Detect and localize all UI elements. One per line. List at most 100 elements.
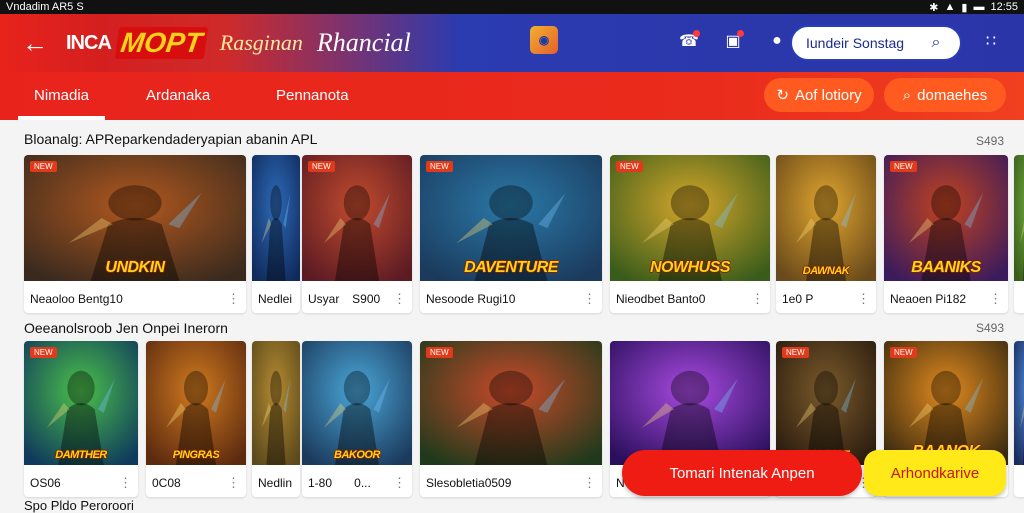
game-card[interactable]: NEW UNDKIN Neaoloo Bentg10 ⋮ bbox=[24, 155, 246, 313]
game-title-art: DAMTHER bbox=[55, 449, 107, 461]
game-thumbnail bbox=[252, 341, 300, 465]
game-thumbnail bbox=[146, 341, 246, 465]
more-options-icon[interactable]: ⋮ bbox=[583, 291, 596, 307]
bottom-section-title: Spo Pldo Peroroori bbox=[24, 498, 134, 513]
game-card[interactable] bbox=[1014, 341, 1024, 497]
game-card[interactable]: NEW DAMTHER OS06 ⋮ bbox=[24, 341, 138, 497]
battery-icon: ▬ bbox=[973, 1, 985, 13]
game-caption: Slesobletia0509 ⋮ bbox=[420, 469, 602, 497]
pill-search-icon: ⌕ bbox=[902, 86, 912, 104]
chat-icon[interactable]: ● bbox=[764, 28, 790, 54]
app-badge-icon[interactable]: ◉ bbox=[530, 26, 558, 54]
search-icon[interactable]: ⌕ bbox=[926, 33, 946, 53]
game-thumbnail bbox=[1014, 155, 1024, 281]
more-options-icon[interactable]: ⋮ bbox=[751, 291, 764, 307]
game-caption bbox=[1014, 469, 1024, 497]
game-caption-meta: S900 bbox=[352, 292, 381, 306]
card-tag-badge: NEW bbox=[890, 347, 917, 358]
game-caption-text: Neaoen Pi182 bbox=[890, 292, 967, 306]
more-options-icon[interactable]: ⋮ bbox=[989, 291, 1002, 307]
game-title-art: NOWHUSS bbox=[649, 259, 731, 276]
tab-nimadia[interactable]: Nimadia bbox=[17, 72, 106, 120]
support-icon[interactable]: ☎ bbox=[676, 28, 702, 54]
game-card[interactable]: PINGRAS 0C08 ⋮ bbox=[146, 341, 246, 497]
more-options-icon[interactable]: ⋮ bbox=[119, 475, 132, 491]
game-title-art: BAANIKS bbox=[911, 259, 981, 276]
game-title-art: DAVENTURE bbox=[464, 259, 558, 276]
card-tag-badge: NEW bbox=[616, 161, 643, 172]
game-caption-text: Nedlin bbox=[258, 476, 293, 490]
game-thumbnail bbox=[302, 341, 412, 465]
more-options-icon[interactable]: ⋮ bbox=[583, 475, 596, 491]
refresh-icon: ↻ bbox=[776, 87, 789, 104]
brand-part-3: Rasginan bbox=[219, 30, 303, 55]
game-card[interactable] bbox=[1014, 155, 1024, 313]
status-left-text: Vndadim AR5 S bbox=[6, 1, 84, 13]
game-caption-text: Nedlei bbox=[258, 292, 293, 306]
more-options-icon[interactable]: ⋮ bbox=[393, 291, 406, 307]
game-thumbnail bbox=[252, 155, 300, 281]
game-caption: 0C08 ⋮ bbox=[146, 469, 246, 497]
game-thumbnail bbox=[420, 341, 602, 465]
game-caption: 1e0 P ⋮ bbox=[776, 285, 876, 313]
menu-dots-icon[interactable]: ∷ bbox=[980, 30, 1002, 52]
card-tag-badge: NEW bbox=[426, 161, 453, 172]
game-caption-text: Nesoode Rugi10 bbox=[426, 292, 516, 306]
game-caption: Nedlin bbox=[252, 469, 300, 497]
game-caption-text: 1-80 bbox=[308, 476, 333, 490]
more-options-icon[interactable]: ⋮ bbox=[227, 475, 240, 491]
game-thumbnail bbox=[610, 341, 770, 465]
game-card[interactable]: NEW DAVENTURE Nesoode Rugi10 ⋮ bbox=[420, 155, 602, 313]
app-header: ← INCA MOPT Rasginan Rhancial ◉ ☎ ▣ ● Iu… bbox=[0, 14, 1024, 72]
game-caption-meta: 0... bbox=[354, 476, 371, 490]
game-title-art: PINGRAS bbox=[172, 449, 220, 461]
more-options-icon[interactable]: ⋮ bbox=[393, 475, 406, 491]
section-count-1: S493 bbox=[975, 134, 1004, 148]
game-caption: Neaoen Pi182 ⋮ bbox=[884, 285, 1008, 313]
game-thumbnail bbox=[776, 155, 876, 281]
brand-logo: INCA MOPT Rasginan Rhancial bbox=[66, 27, 411, 59]
more-options-icon[interactable]: ⋮ bbox=[227, 291, 240, 307]
game-caption: 1-80 0... ⋮ bbox=[302, 469, 412, 497]
game-caption: Neaoloo Bentg10 ⋮ bbox=[24, 285, 246, 313]
brand-part-2: MOPT bbox=[114, 27, 209, 59]
game-caption-text: Nieodbet Banto0 bbox=[616, 292, 706, 306]
game-card[interactable]: DAWNAK 1e0 P ⋮ bbox=[776, 155, 876, 313]
game-thumbnail bbox=[776, 341, 876, 465]
search-pill-button[interactable]: ⌕ domaehes bbox=[884, 78, 1006, 112]
tab-bar: Nimadia Ardanaka Pennanota ↻ Aof lotiory… bbox=[0, 72, 1024, 120]
pill-label-2: domaehes bbox=[917, 86, 988, 104]
game-caption: Nieodbet Banto0 ⋮ bbox=[610, 285, 770, 313]
search-placeholder: Iundeir Sonstag bbox=[806, 35, 905, 51]
game-caption bbox=[1014, 285, 1024, 313]
notification-icon[interactable]: ▣ bbox=[720, 28, 746, 54]
card-tag-badge: NEW bbox=[890, 161, 917, 172]
game-caption-text: Slesobletia0509 bbox=[426, 476, 512, 490]
secondary-cta-button[interactable]: Arhondkarive bbox=[864, 450, 1006, 496]
game-card[interactable]: NEW Slesobletia0509 ⋮ bbox=[420, 341, 602, 497]
signal-icon: ▮ bbox=[961, 1, 968, 14]
game-card[interactable]: Nedlin bbox=[252, 341, 300, 497]
game-card[interactable]: NEW Usyar S900 ⋮ bbox=[302, 155, 412, 313]
game-card[interactable]: NEW BAANIKS Neaoen Pi182 ⋮ bbox=[884, 155, 1008, 313]
game-caption: Nedlei bbox=[252, 285, 300, 313]
primary-cta-button[interactable]: Tomari Intenak Anpen bbox=[622, 450, 862, 496]
game-card[interactable]: BAKOOR 1-80 0... ⋮ bbox=[302, 341, 412, 497]
tab-ardanaka[interactable]: Ardanaka bbox=[146, 72, 210, 118]
brand-part-4: Rhancial bbox=[316, 28, 411, 57]
section-count-2: S493 bbox=[975, 321, 1004, 335]
more-options-icon[interactable]: ⋮ bbox=[857, 291, 870, 307]
card-tag-badge: NEW bbox=[30, 347, 57, 358]
game-thumbnail bbox=[24, 341, 138, 465]
game-caption: Nesoode Rugi10 ⋮ bbox=[420, 285, 602, 313]
game-card[interactable]: NEW NOWHUSS Nieodbet Banto0 ⋮ bbox=[610, 155, 770, 313]
status-time: 12:55 bbox=[990, 1, 1018, 13]
back-arrow-icon[interactable]: ← bbox=[18, 26, 52, 60]
game-card[interactable]: Nedlei bbox=[252, 155, 300, 313]
refresh-pill-button[interactable]: ↻ Aof lotiory bbox=[764, 78, 874, 112]
wifi-icon: ▲ bbox=[944, 1, 956, 13]
tab-pennanota[interactable]: Pennanota bbox=[276, 72, 349, 118]
search-input[interactable]: Iundeir Sonstag ⌕ bbox=[790, 25, 962, 61]
game-title-art: BAKOOR bbox=[334, 449, 380, 461]
game-caption: OS06 ⋮ bbox=[24, 469, 138, 497]
